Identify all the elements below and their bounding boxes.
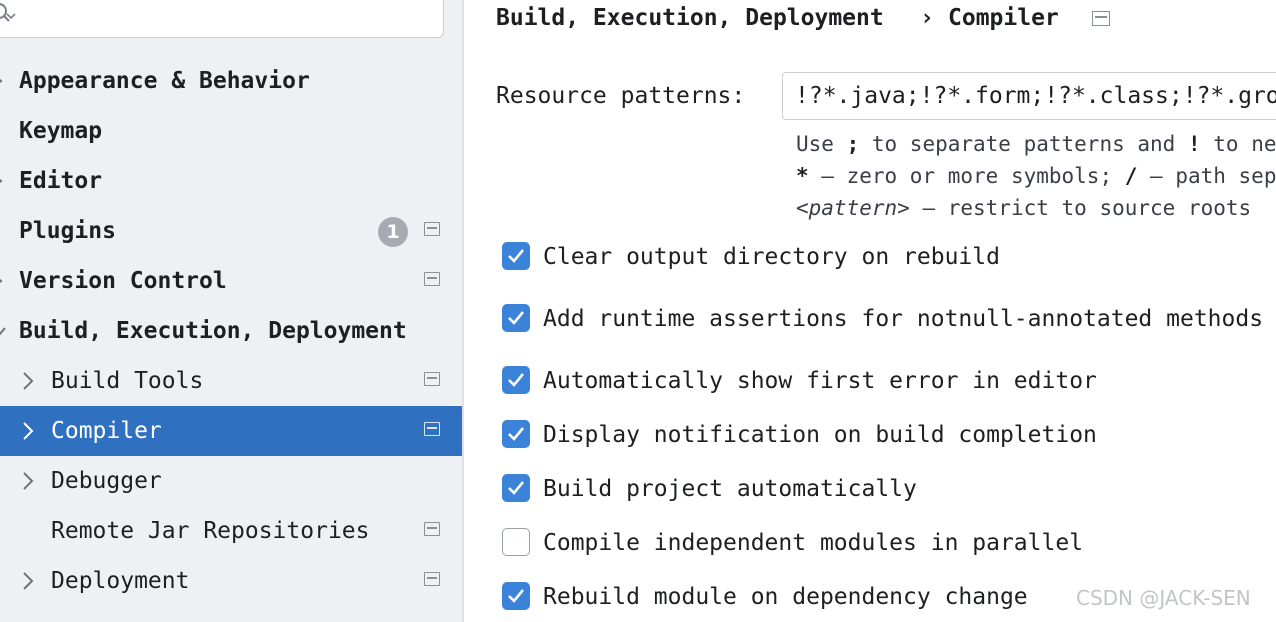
checkmark-icon	[508, 589, 525, 603]
sidebar-item-remote-jar-repositories[interactable]: Remote Jar Repositories	[0, 506, 462, 556]
checkbox[interactable]	[502, 304, 530, 332]
checkbox[interactable]	[502, 474, 530, 502]
resource-patterns-hint-line-1: Use ; to separate patterns and ! to nega…	[796, 132, 1276, 156]
option-label: Clear output directory on rebuild	[543, 244, 1000, 270]
checkmark-icon	[508, 249, 525, 263]
sidebar-item-build-tools[interactable]: Build Tools	[0, 356, 462, 406]
option-label: Display notification on build completion	[543, 422, 1097, 448]
sidebar-item-debugger[interactable]: Debugger	[0, 456, 462, 506]
checkmark-icon	[508, 373, 525, 387]
sidebar-item-label: Build, Execution, Deployment	[19, 318, 407, 344]
sidebar-item-label: Deployment	[51, 568, 190, 594]
sidebar-item-deployment[interactable]: Deployment	[0, 556, 462, 606]
compiler-settings-panel: Build, Execution, Deployment › Compiler …	[464, 0, 1276, 622]
chevron-right-icon	[23, 372, 34, 390]
chevron-right-icon	[23, 422, 34, 440]
resource-patterns-label: Resource patterns:	[496, 83, 746, 109]
watermark: CSDN @JACK-SEN	[1076, 586, 1251, 610]
checkmark-icon	[508, 427, 525, 441]
sidebar-item-label: Debugger	[51, 468, 162, 494]
settings-sidebar: Appearance & Behavior Keymap Editor Plug…	[0, 0, 462, 622]
sidebar-item-plugins[interactable]: Plugins 1	[0, 206, 462, 256]
sidebar-item-label: Plugins	[19, 218, 116, 244]
checkbox[interactable]	[502, 420, 530, 448]
resource-patterns-hint-line-2: * — zero or more symbols; / — path separ…	[796, 164, 1276, 188]
expand-arrow-icon	[0, 78, 3, 84]
option-label: Build project automatically	[543, 476, 917, 502]
sidebar-item-label: Build Tools	[51, 368, 204, 394]
sidebar-item-label: Version Control	[19, 268, 227, 294]
project-settings-icon	[424, 372, 440, 386]
option-label: Add runtime assertions for notnull-annot…	[543, 306, 1276, 332]
sidebar-item-label: Keymap	[19, 118, 103, 144]
sidebar-item-label: Compiler	[51, 418, 162, 444]
expand-arrow-icon	[0, 278, 3, 284]
project-settings-icon	[424, 522, 440, 536]
checkbox[interactable]	[502, 242, 530, 270]
sidebar-item-build-execution-deployment[interactable]: Build, Execution, Deployment	[0, 306, 462, 356]
sidebar-item-editor[interactable]: Editor	[0, 156, 462, 206]
update-count-badge: 1	[378, 217, 408, 247]
sidebar-item-keymap[interactable]: Keymap	[0, 106, 462, 156]
chevron-right-icon	[23, 472, 34, 490]
option-label: Compile independent modules in parallel	[543, 530, 1084, 556]
breadcrumb-current: Compiler	[948, 5, 1059, 31]
project-settings-icon	[424, 422, 440, 436]
collapse-arrow-icon	[0, 327, 6, 336]
search-field[interactable]	[0, 0, 444, 38]
option-label: Rebuild module on dependency change	[543, 584, 1028, 610]
sidebar-item-appearance-behavior[interactable]: Appearance & Behavior	[0, 56, 462, 106]
option-label: Automatically show first error in editor	[543, 368, 1097, 394]
resource-patterns-hint-line-3: <pattern> — restrict to source roots	[796, 196, 1252, 220]
project-settings-icon	[424, 222, 440, 236]
sidebar-item-label: Remote Jar Repositories	[51, 518, 370, 544]
project-settings-icon	[424, 272, 440, 286]
sidebar-item-compiler[interactable]: Compiler	[0, 406, 462, 456]
checkbox[interactable]	[502, 528, 530, 556]
checkbox[interactable]	[502, 582, 530, 610]
sidebar-item-label: Appearance & Behavior	[19, 68, 310, 94]
project-settings-icon	[1092, 11, 1110, 26]
resource-patterns-input[interactable]	[782, 72, 1276, 120]
search-icon	[0, 3, 16, 22]
project-settings-icon	[424, 572, 440, 586]
chevron-right-icon	[23, 572, 34, 590]
checkmark-icon	[508, 481, 525, 495]
breadcrumb-parent[interactable]: Build, Execution, Deployment	[496, 0, 884, 36]
sidebar-item-version-control[interactable]: Version Control	[0, 256, 462, 306]
sidebar-item-label: Editor	[19, 168, 103, 194]
checkbox[interactable]	[502, 366, 530, 394]
expand-arrow-icon	[0, 178, 3, 184]
breadcrumb-separator: ›	[920, 5, 934, 31]
checkmark-icon	[508, 311, 525, 325]
